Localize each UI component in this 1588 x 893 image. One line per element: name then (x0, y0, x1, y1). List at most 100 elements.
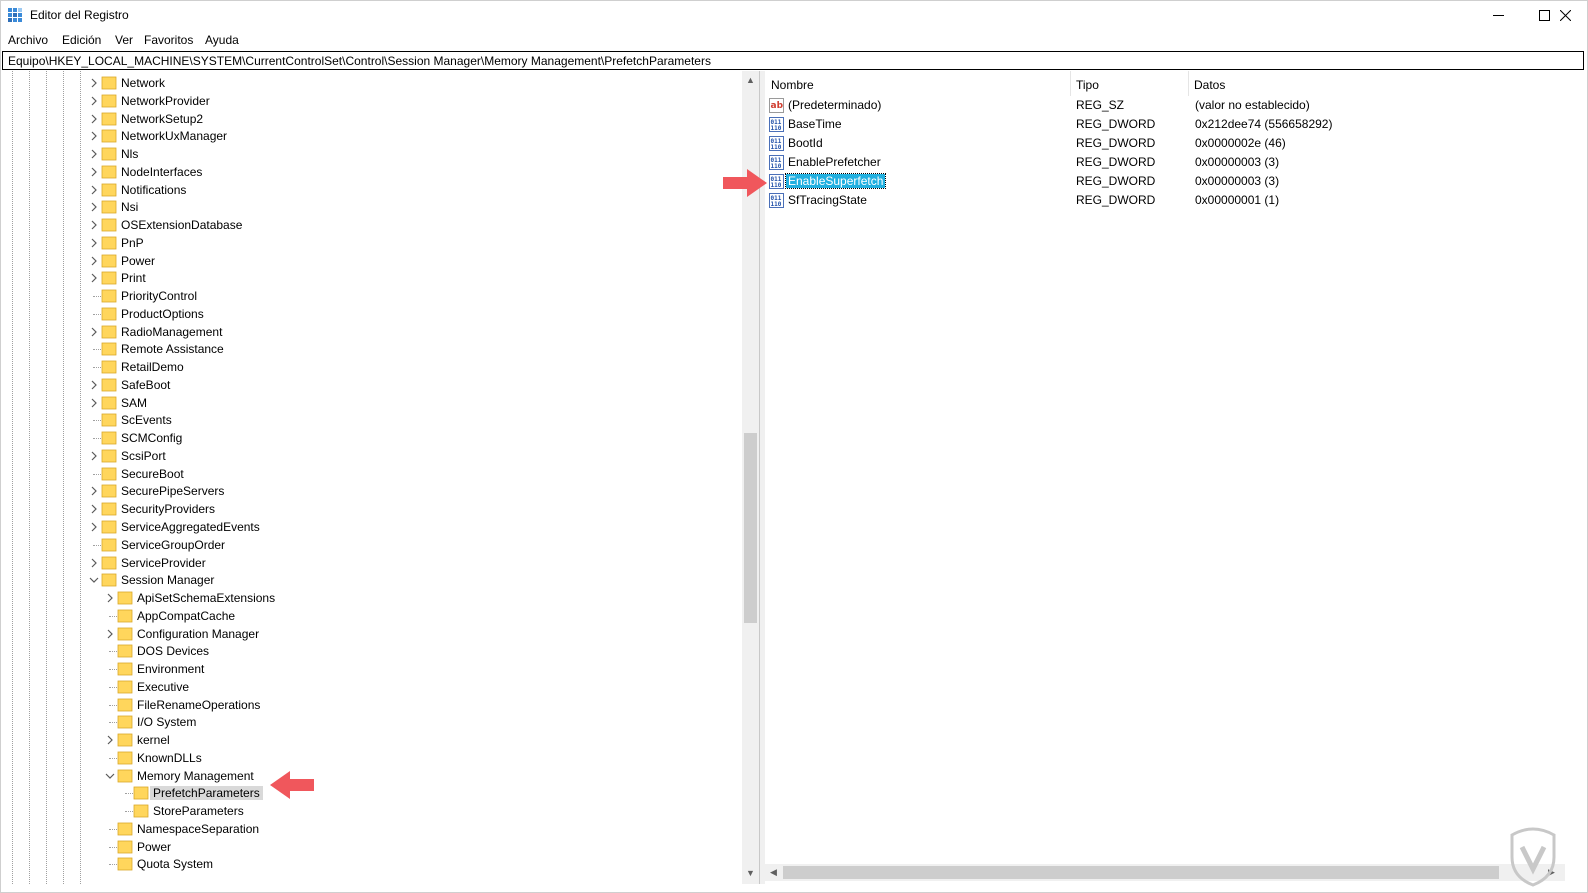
chevron-right-icon[interactable] (89, 273, 99, 283)
chevron-right-icon[interactable] (89, 220, 99, 230)
tree-item[interactable]: Network (2, 74, 722, 92)
tree-item[interactable]: Configuration Manager (2, 625, 722, 643)
tree-item[interactable]: FileRenameOperations (2, 696, 722, 714)
tree-item-label: I/O System (137, 715, 197, 730)
tree-item[interactable]: kernel (2, 731, 722, 749)
tree-item[interactable]: AppCompatCache (2, 607, 722, 625)
chevron-right-icon[interactable] (89, 380, 99, 390)
tree-item-label: SAM (121, 395, 148, 410)
menu-archivo[interactable]: Archivo (8, 33, 48, 47)
value-row[interactable]: 011 110 EnablePrefetcher REG_DWORD 0x0000000… (765, 153, 1565, 172)
menu-favoritos[interactable]: Favoritos (144, 33, 193, 47)
minimize-button[interactable] (1475, 0, 1521, 31)
tree-item[interactable]: I/O System (2, 713, 722, 731)
tree-item[interactable]: ServiceGroupOrder (2, 536, 722, 554)
tree-item[interactable]: ScEvents (2, 411, 722, 429)
tree-item[interactable]: ServiceProvider (2, 554, 722, 572)
tree-item[interactable]: NodeInterfaces (2, 163, 722, 181)
chevron-right-icon[interactable] (89, 131, 99, 141)
column-header-type[interactable]: Tipo (1070, 71, 1188, 96)
chevron-right-icon[interactable] (89, 149, 99, 159)
tree-item[interactable]: Memory Management (2, 767, 722, 785)
chevron-down-icon[interactable] (105, 771, 115, 781)
tree-item[interactable]: SCMConfig (2, 429, 722, 447)
chevron-right-icon[interactable] (89, 202, 99, 212)
tree-item[interactable]: ServiceAggregatedEvents (2, 518, 722, 536)
value-data: 0x00000001 (1) (1195, 192, 1280, 207)
chevron-right-icon[interactable] (105, 593, 115, 603)
tree-item[interactable]: SecurePipeServers (2, 482, 722, 500)
chevron-right-icon[interactable] (89, 96, 99, 106)
chevron-down-icon[interactable] (89, 575, 99, 585)
column-header-name[interactable]: Nombre (765, 71, 1070, 96)
chevron-right-icon[interactable] (89, 522, 99, 532)
scroll-down-icon[interactable]: ▼ (745, 868, 756, 879)
value-row[interactable]: 011 110 BootId REG_DWORD 0x0000002e (46) (765, 134, 1565, 153)
scroll-up-icon[interactable]: ▲ (745, 75, 756, 86)
chevron-right-icon[interactable] (105, 735, 115, 745)
scroll-thumb[interactable] (744, 433, 757, 623)
menu-edicion[interactable]: Edición (62, 33, 101, 47)
chevron-right-icon[interactable] (89, 451, 99, 461)
tree-item[interactable]: Environment (2, 660, 722, 678)
tree-item[interactable]: OSExtensionDatabase (2, 216, 722, 234)
chevron-right-icon[interactable] (89, 256, 99, 266)
tree-item[interactable]: NamespaceSeparation (2, 820, 722, 838)
tree-item[interactable]: PriorityControl (2, 287, 722, 305)
chevron-right-icon[interactable] (89, 558, 99, 568)
chevron-right-icon[interactable] (89, 504, 99, 514)
address-bar[interactable]: Equipo\HKEY_LOCAL_MACHINE\SYSTEM\Current… (2, 51, 1584, 70)
tree-item[interactable]: Executive (2, 678, 722, 696)
tree-item[interactable]: Remote Assistance (2, 340, 722, 358)
tree-item[interactable]: Power (2, 838, 722, 856)
chevron-right-icon[interactable] (89, 486, 99, 496)
scroll-left-icon[interactable]: ◀ (770, 867, 777, 878)
value-row[interactable]: 011 110 BaseTime REG_DWORD 0x212dee74 (55665… (765, 115, 1565, 134)
tree-item[interactable]: Nls (2, 145, 722, 163)
tree-item[interactable]: Quota System (2, 855, 722, 873)
registry-tree[interactable]: Network NetworkProvider NetworkSetup2 Netwo… (2, 71, 742, 884)
chevron-right-icon[interactable] (105, 629, 115, 639)
chevron-right-icon[interactable] (89, 327, 99, 337)
tree-item[interactable]: RadioManagement (2, 323, 722, 341)
column-header-data[interactable]: Datos (1188, 71, 1565, 96)
tree-item[interactable]: NetworkSetup2 (2, 110, 722, 128)
tree-item[interactable]: NetworkProvider (2, 92, 722, 110)
value-name: (Predeterminado) (788, 98, 882, 112)
tree-item[interactable]: SecurityProviders (2, 500, 722, 518)
tree-item[interactable]: NetworkUxManager (2, 127, 722, 145)
tree-item[interactable]: SAM (2, 394, 722, 412)
folder-icon (133, 786, 149, 800)
menu-ver[interactable]: Ver (115, 33, 133, 47)
chevron-right-icon[interactable] (89, 238, 99, 248)
chevron-right-icon[interactable] (89, 114, 99, 124)
chevron-right-icon[interactable] (89, 398, 99, 408)
tree-item[interactable]: StoreParameters (2, 802, 722, 820)
tree-item-label: Print (121, 271, 146, 286)
tree-item[interactable]: Print (2, 269, 722, 287)
tree-item[interactable]: RetailDemo (2, 358, 722, 376)
list-horizontal-scrollbar[interactable]: ◀ ▶ (765, 864, 1565, 881)
tree-item[interactable]: ApiSetSchemaExtensions (2, 589, 722, 607)
close-button[interactable] (1542, 0, 1588, 31)
chevron-right-icon[interactable] (89, 78, 99, 88)
tree-item[interactable]: SafeBoot (2, 376, 722, 394)
tree-item[interactable]: Session Manager (2, 571, 722, 589)
tree-item[interactable]: Notifications (2, 181, 722, 199)
value-row[interactable]: 011 110 EnableSuperfetch REG_DWORD 0x0000000… (765, 172, 1565, 191)
value-row[interactable]: 011 110 SfTracingState REG_DWORD 0x00000001 … (765, 191, 1565, 210)
tree-item[interactable]: Nsi (2, 198, 722, 216)
tree-item[interactable]: KnownDLLs (2, 749, 722, 767)
tree-item[interactable]: PrefetchParameters (2, 784, 722, 802)
tree-item[interactable]: DOS Devices (2, 642, 722, 660)
tree-item[interactable]: PnP (2, 234, 722, 252)
tree-item[interactable]: Power (2, 252, 722, 270)
chevron-right-icon[interactable] (89, 167, 99, 177)
menu-ayuda[interactable]: Ayuda (205, 33, 239, 47)
value-row[interactable]: ab (Predeterminado) REG_SZ (valor no establ… (765, 96, 1565, 115)
scroll-thumb[interactable] (783, 866, 1499, 879)
chevron-right-icon[interactable] (89, 185, 99, 195)
tree-item[interactable]: ScsiPort (2, 447, 722, 465)
tree-item[interactable]: ProductOptions (2, 305, 722, 323)
tree-item[interactable]: SecureBoot (2, 465, 722, 483)
